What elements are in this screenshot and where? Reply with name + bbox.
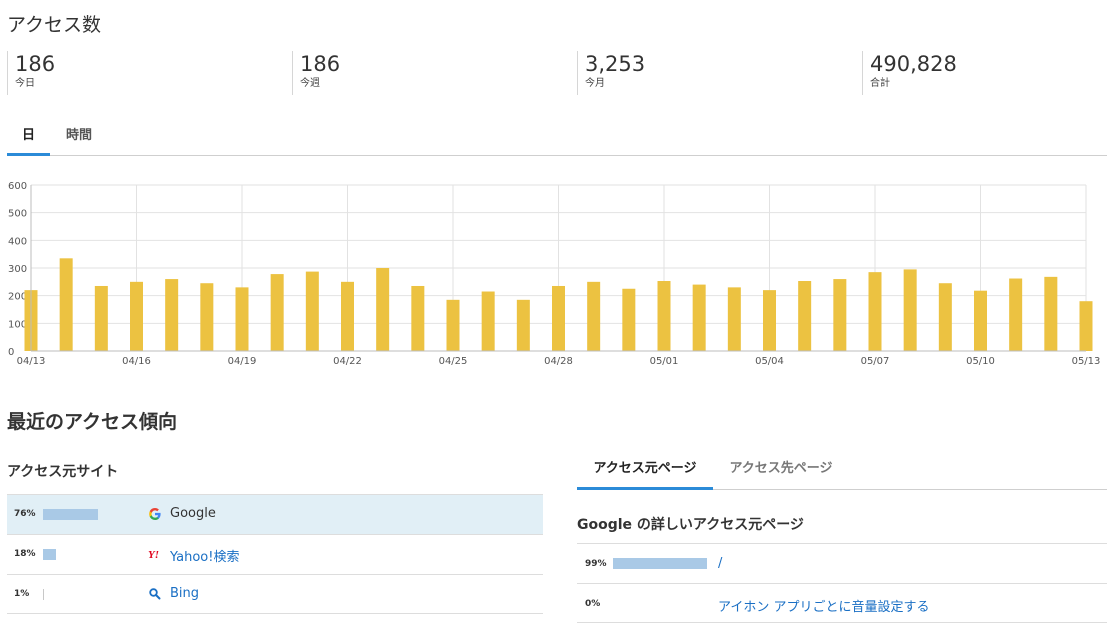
chart-bar[interactable] xyxy=(657,281,671,351)
chart-bar[interactable] xyxy=(833,279,847,351)
chart-bar[interactable] xyxy=(59,258,73,351)
percent-label: 1% xyxy=(14,589,30,599)
chart-bar[interactable] xyxy=(1044,276,1058,351)
svg-text:Y!: Y! xyxy=(148,549,159,561)
referrer-sites-title: アクセス元サイト xyxy=(7,464,119,480)
page-title: アクセス数 xyxy=(7,14,102,36)
chart-bar[interactable] xyxy=(376,268,390,351)
chart-bar[interactable] xyxy=(94,285,108,351)
yahoo-icon: Y! xyxy=(148,549,159,561)
referrer-page-link[interactable]: アイホン アプリごとに音量設定する xyxy=(718,596,929,615)
percent-label: 76% xyxy=(14,509,36,519)
chart-bar[interactable] xyxy=(587,281,601,351)
stats-summary: 186 今日 186 今週 3,253 今月 490,828 合計 xyxy=(7,51,1107,95)
chart-bar[interactable] xyxy=(903,269,917,351)
stat-label: 今週 xyxy=(300,78,320,89)
x-tick-label: 05/01 xyxy=(650,356,679,367)
chart-bar[interactable] xyxy=(411,285,425,351)
google-icon xyxy=(149,507,161,520)
y-tick-label: 200 xyxy=(8,292,27,303)
chart-bar[interactable] xyxy=(552,285,565,351)
chart-bar[interactable] xyxy=(446,299,460,351)
referrer-row-bing[interactable]: 1% Bing xyxy=(7,574,543,614)
chart-bar[interactable] xyxy=(727,287,741,351)
x-tick-label: 05/04 xyxy=(755,356,784,367)
referrer-pages-title: Google の詳しいアクセス元ページ xyxy=(577,517,804,533)
x-tick-label: 04/28 xyxy=(544,356,573,367)
stat-value: 186 xyxy=(15,52,56,76)
referrer-site-name[interactable]: Bing xyxy=(170,586,199,601)
stat-month: 3,253 今月 xyxy=(577,51,645,95)
x-tick-label: 04/19 xyxy=(228,356,257,367)
x-tick-label: 04/25 xyxy=(439,356,468,367)
percent-bar xyxy=(43,549,56,560)
percent-label: 18% xyxy=(14,549,36,559)
referrer-site-name[interactable]: Google xyxy=(170,506,216,521)
chart-bar[interactable] xyxy=(692,284,706,351)
tab-day[interactable]: 日 xyxy=(7,120,50,156)
percent-bar xyxy=(43,509,98,520)
chart-bar[interactable] xyxy=(516,299,530,351)
search-icon xyxy=(149,588,161,600)
chart-bar[interactable] xyxy=(1079,301,1093,351)
chart-bar[interactable] xyxy=(798,281,812,351)
x-tick-label: 04/13 xyxy=(17,356,46,367)
y-tick-label: 400 xyxy=(8,236,27,247)
referrer-row-google[interactable]: 76% Google xyxy=(7,494,543,534)
stat-value: 490,828 xyxy=(870,52,957,76)
y-tick-label: 300 xyxy=(8,264,27,275)
chart-bar[interactable] xyxy=(341,281,354,351)
access-chart: 0 100 200 300 400 500 600 04/13 04/16 04/19 04/22 0… xyxy=(0,172,1107,372)
x-tick-label: 05/10 xyxy=(966,356,995,367)
chart-bar[interactable] xyxy=(270,274,284,351)
chart-bar[interactable] xyxy=(974,290,987,351)
referrer-row-yahoo[interactable]: 18% Y! Yahoo!検索 xyxy=(7,534,543,574)
access-bar-chart: 0 100 200 300 400 500 600 04/13 04/16 04/19 04/22 0… xyxy=(8,181,1101,367)
stat-value: 3,253 xyxy=(585,52,646,76)
chart-bar[interactable] xyxy=(130,281,143,351)
chart-bar[interactable] xyxy=(200,283,214,351)
stat-label: 今日 xyxy=(15,78,35,89)
tab-landing-pages[interactable]: アクセス先ページ xyxy=(717,452,845,490)
period-tabs: 日 時間 xyxy=(7,120,1107,156)
x-tick-label: 05/13 xyxy=(1072,356,1101,367)
referrer-page-row[interactable]: 0% アイホン アプリごとに音量設定する xyxy=(577,583,1107,623)
stat-week: 186 今週 xyxy=(292,51,340,95)
y-tick-label: 100 xyxy=(8,319,27,330)
percent-label: 0% xyxy=(585,599,601,609)
percent-label: 99% xyxy=(585,559,607,569)
stat-label: 合計 xyxy=(870,78,890,89)
referrer-site-name[interactable]: Yahoo!検索 xyxy=(170,546,239,565)
tab-hour[interactable]: 時間 xyxy=(57,120,101,156)
stat-today: 186 今日 xyxy=(7,51,55,95)
y-tick-label: 600 xyxy=(8,181,27,192)
chart-bar[interactable] xyxy=(763,290,776,351)
page-tabs: アクセス元ページ アクセス先ページ xyxy=(577,452,1107,490)
chart-bar[interactable] xyxy=(1009,278,1023,351)
chart-bar[interactable] xyxy=(868,272,882,351)
y-tick-label: 500 xyxy=(8,209,27,220)
stat-label: 今月 xyxy=(585,78,605,89)
referrer-sites-list: 76% Google 18% Y! Yahoo!検索 1% Bing xyxy=(7,494,543,614)
x-tick-label: 05/07 xyxy=(861,356,890,367)
referrer-page-link[interactable]: / xyxy=(718,556,722,571)
referrer-pages-list: 99% / 0% アイホン アプリごとに音量設定する xyxy=(577,543,1107,623)
chart-bar[interactable] xyxy=(305,271,319,351)
x-tick-label: 04/22 xyxy=(333,356,362,367)
tab-referrer-pages[interactable]: アクセス元ページ xyxy=(577,452,713,490)
stat-total: 490,828 合計 xyxy=(862,51,957,95)
chart-bar[interactable] xyxy=(481,291,495,351)
recent-trends-title: 最近のアクセス傾向 xyxy=(7,411,178,433)
percent-bar xyxy=(613,558,708,569)
y-tick-label: 0 xyxy=(8,347,14,358)
percent-bar xyxy=(43,589,44,600)
chart-bar[interactable] xyxy=(165,279,179,351)
chart-bar[interactable] xyxy=(622,288,636,351)
chart-bar[interactable] xyxy=(938,283,952,351)
x-tick-label: 04/16 xyxy=(122,356,151,367)
referrer-page-row[interactable]: 99% / xyxy=(577,543,1107,583)
chart-bar[interactable] xyxy=(235,287,249,351)
stat-value: 186 xyxy=(300,52,341,76)
